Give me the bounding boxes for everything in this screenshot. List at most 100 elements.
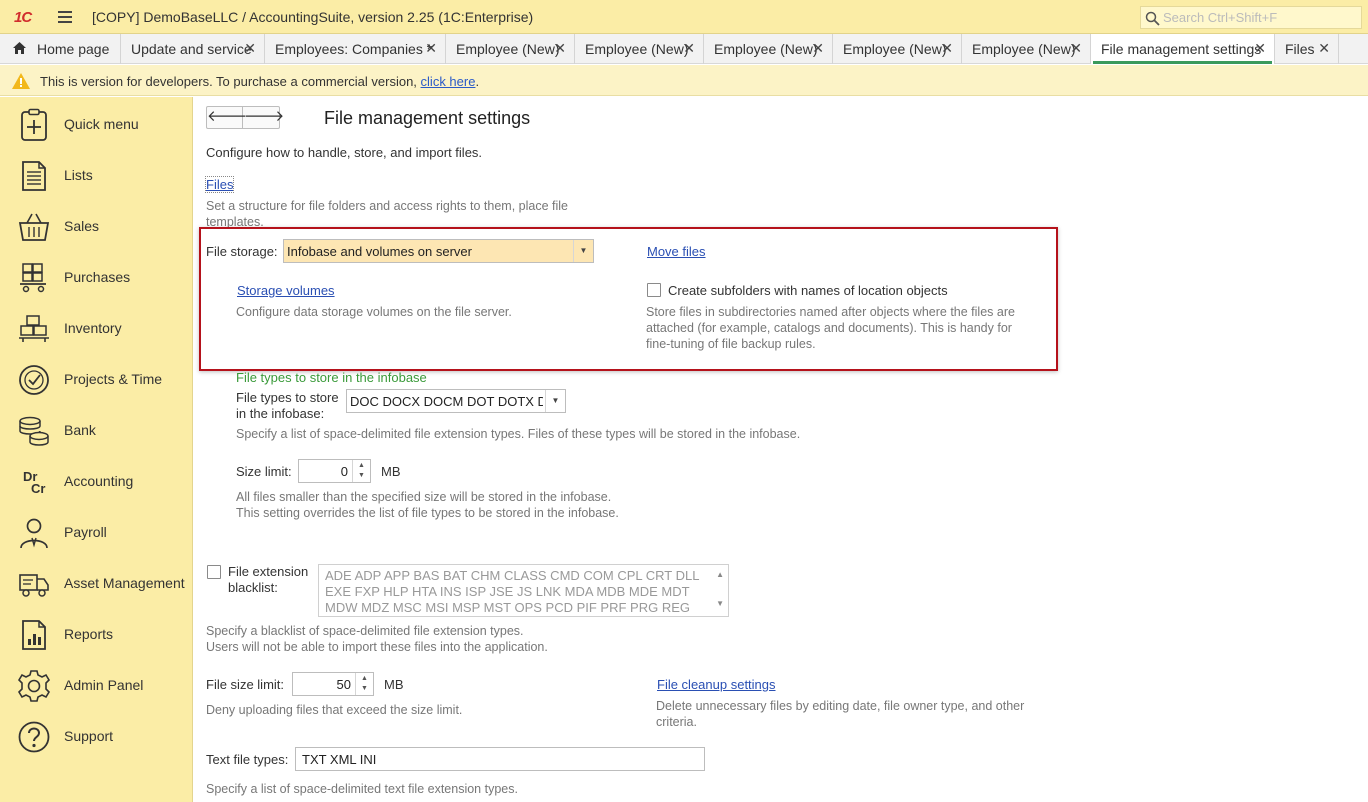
file-storage-label: File storage: — [206, 244, 278, 259]
size-unit: MB — [381, 464, 401, 479]
tab-file-management-settings[interactable]: File management settings ✕ — [1091, 34, 1275, 64]
sidebar-item-label: Payroll — [64, 524, 107, 540]
size-limit-input[interactable]: 0 ▲ ▼ — [298, 459, 371, 483]
close-icon[interactable]: ✕ — [1070, 40, 1082, 57]
search-input[interactable] — [1163, 9, 1357, 26]
cart-icon — [20, 263, 46, 293]
cleanup-hint: Delete unnecessary files by editing date… — [656, 699, 1025, 713]
tab-employees-companies[interactable]: Employees: Companies * ✕ — [265, 34, 446, 64]
close-icon[interactable]: ✕ — [425, 40, 437, 57]
sidebar-item-asset-management[interactable]: Asset Management — [0, 557, 193, 608]
sidebar-item-label: Quick menu — [64, 116, 139, 132]
storage-volumes-link[interactable]: Storage volumes — [237, 283, 335, 298]
sidebar-item-admin-panel[interactable]: Admin Panel — [0, 659, 193, 710]
tab-update-and-service[interactable]: Update and service ✕ — [121, 34, 265, 64]
text-types-hint: Specify a list of space-delimited text f… — [206, 782, 518, 796]
sidebar-item-purchases[interactable]: Purchases — [0, 251, 193, 302]
page-intro: Configure how to handle, store, and impo… — [206, 145, 483, 160]
sidebar-item-inventory[interactable]: Inventory — [0, 302, 193, 353]
banner-text: This is version for developers. To purch… — [40, 74, 480, 89]
close-icon[interactable]: ✕ — [244, 40, 256, 57]
text-types-input[interactable]: TXT XML INI — [295, 747, 705, 771]
sidebar-item-lists[interactable]: Lists — [0, 149, 193, 200]
tab-employee-new[interactable]: Employee (New) ✕ — [704, 34, 833, 64]
file-types-label: in the infobase: — [236, 406, 325, 421]
sidebar-item-label: Purchases — [64, 269, 131, 285]
file-types-value: DOC DOCX DOCM DOT DOTX D — [350, 394, 543, 409]
close-icon[interactable]: ✕ — [683, 40, 695, 57]
subfolders-hint: attached (for example, catalogs and docu… — [646, 321, 1012, 335]
subfolders-checkbox[interactable] — [647, 283, 661, 297]
main-menu-icon[interactable] — [58, 11, 72, 23]
tab-employee-new[interactable]: Employee (New) ✕ — [833, 34, 962, 64]
tab-files[interactable]: Files ✕ — [1275, 34, 1339, 64]
blacklist-line: MDW MDZ MSC MSI MSP MST OPS PCD PIF PRF … — [325, 600, 690, 615]
help-icon — [18, 721, 50, 753]
close-icon[interactable]: ✕ — [1318, 40, 1330, 57]
file-size-limit-input[interactable]: 50 ▲ ▼ — [292, 672, 374, 696]
blacklist-checkbox[interactable] — [207, 565, 221, 579]
coins-icon — [19, 416, 49, 446]
close-icon[interactable]: ✕ — [554, 40, 566, 57]
tab-employee-new[interactable]: Employee (New) ✕ — [575, 34, 704, 64]
tab-label: Employee (New) — [714, 41, 818, 57]
tab-home-page[interactable]: Home page — [0, 34, 121, 64]
blacklist-line: ADE ADP APP BAS BAT CHM CLASS CMD COM CP… — [325, 568, 700, 583]
sidebar-item-support[interactable]: Support — [0, 710, 193, 761]
truck-icon — [19, 574, 49, 597]
stepper-icon[interactable]: ▲ ▼ — [352, 460, 370, 482]
close-icon[interactable]: ✕ — [1254, 40, 1266, 57]
search-icon — [1145, 11, 1160, 26]
subfolders-label: Create subfolders with names of location… — [668, 283, 948, 298]
file-types-label: File types to store — [236, 390, 339, 405]
tab-label: Home page — [37, 41, 110, 57]
chevron-down-icon[interactable]: ▼ — [545, 390, 565, 412]
back-button[interactable]: 🡐 — [207, 107, 247, 128]
sidebar-item-label: Lists — [64, 167, 93, 183]
sidebar-item-projects-time[interactable]: Projects & Time — [0, 353, 193, 404]
sidebar-item-bank[interactable]: Bank — [0, 404, 193, 455]
tab-bar: Home page Update and service ✕ Employees… — [0, 34, 1368, 64]
tab-label: Employee (New) — [585, 41, 689, 57]
move-files-link[interactable]: Move files — [647, 244, 706, 259]
size-limit-hint: All files smaller than the specified siz… — [236, 490, 612, 504]
purchase-link[interactable]: click here — [421, 74, 476, 89]
files-link[interactable]: Files — [204, 176, 235, 193]
quick-menu-icon — [21, 108, 47, 141]
file-storage-select[interactable]: Infobase and volumes on server ▼ — [283, 239, 594, 263]
sidebar-item-label: Support — [64, 728, 114, 744]
tab-employee-new[interactable]: Employee (New) ✕ — [446, 34, 575, 64]
window-title: [COPY] DemoBaseLLC / AccountingSuite, ve… — [92, 9, 534, 25]
title-bar: 1C [COPY] DemoBaseLLC / AccountingSuite,… — [0, 0, 1368, 34]
sidebar-item-accounting[interactable]: Dr Cr Accounting — [0, 455, 193, 506]
sidebar-item-label: Accounting — [64, 473, 134, 489]
tab-employee-new[interactable]: Employee (New) ✕ — [962, 34, 1091, 64]
scroll-up-icon[interactable]: ▲ — [716, 567, 724, 583]
text-types-label: Text file types: — [206, 752, 289, 767]
dr-cr-icon: Dr Cr — [23, 469, 46, 496]
sidebar-item-label: Admin Panel — [64, 677, 144, 693]
files-hint: templates. — [206, 215, 264, 227]
sidebar-item-reports[interactable]: Reports — [0, 608, 193, 659]
stepper-icon[interactable]: ▲ ▼ — [355, 673, 373, 695]
blacklist-label: blacklist: — [228, 580, 278, 595]
size-limit-label: Size limit: — [236, 464, 292, 479]
blacklist-textarea[interactable]: ADE ADP APP BAS BAT CHM CLASS CMD COM CP… — [318, 564, 729, 617]
sidebar: Quick menu Lists Sales Purchases Invento… — [0, 97, 193, 802]
sidebar-item-label: Projects & Time — [64, 371, 163, 387]
forward-button[interactable]: 🡒 — [244, 107, 284, 128]
search-box[interactable] — [1140, 6, 1362, 29]
app-logo: 1C — [14, 9, 32, 26]
scroll-down-icon[interactable]: ▼ — [716, 596, 724, 612]
basket-icon — [18, 213, 50, 241]
close-icon[interactable]: ✕ — [941, 40, 953, 57]
sidebar-item-quick-menu[interactable]: Quick menu — [0, 98, 193, 149]
chevron-down-icon[interactable]: ▼ — [573, 240, 593, 262]
file-types-select[interactable]: DOC DOCX DOCM DOT DOTX D ▼ — [346, 389, 566, 413]
size-limit-hint: This setting overrides the list of file … — [236, 506, 619, 520]
sidebar-item-payroll[interactable]: Payroll — [0, 506, 193, 557]
sidebar-item-sales[interactable]: Sales — [0, 200, 193, 251]
cleanup-settings-link[interactable]: File cleanup settings — [657, 677, 776, 692]
size-limit-value: 0 — [340, 464, 348, 479]
close-icon[interactable]: ✕ — [812, 40, 824, 57]
